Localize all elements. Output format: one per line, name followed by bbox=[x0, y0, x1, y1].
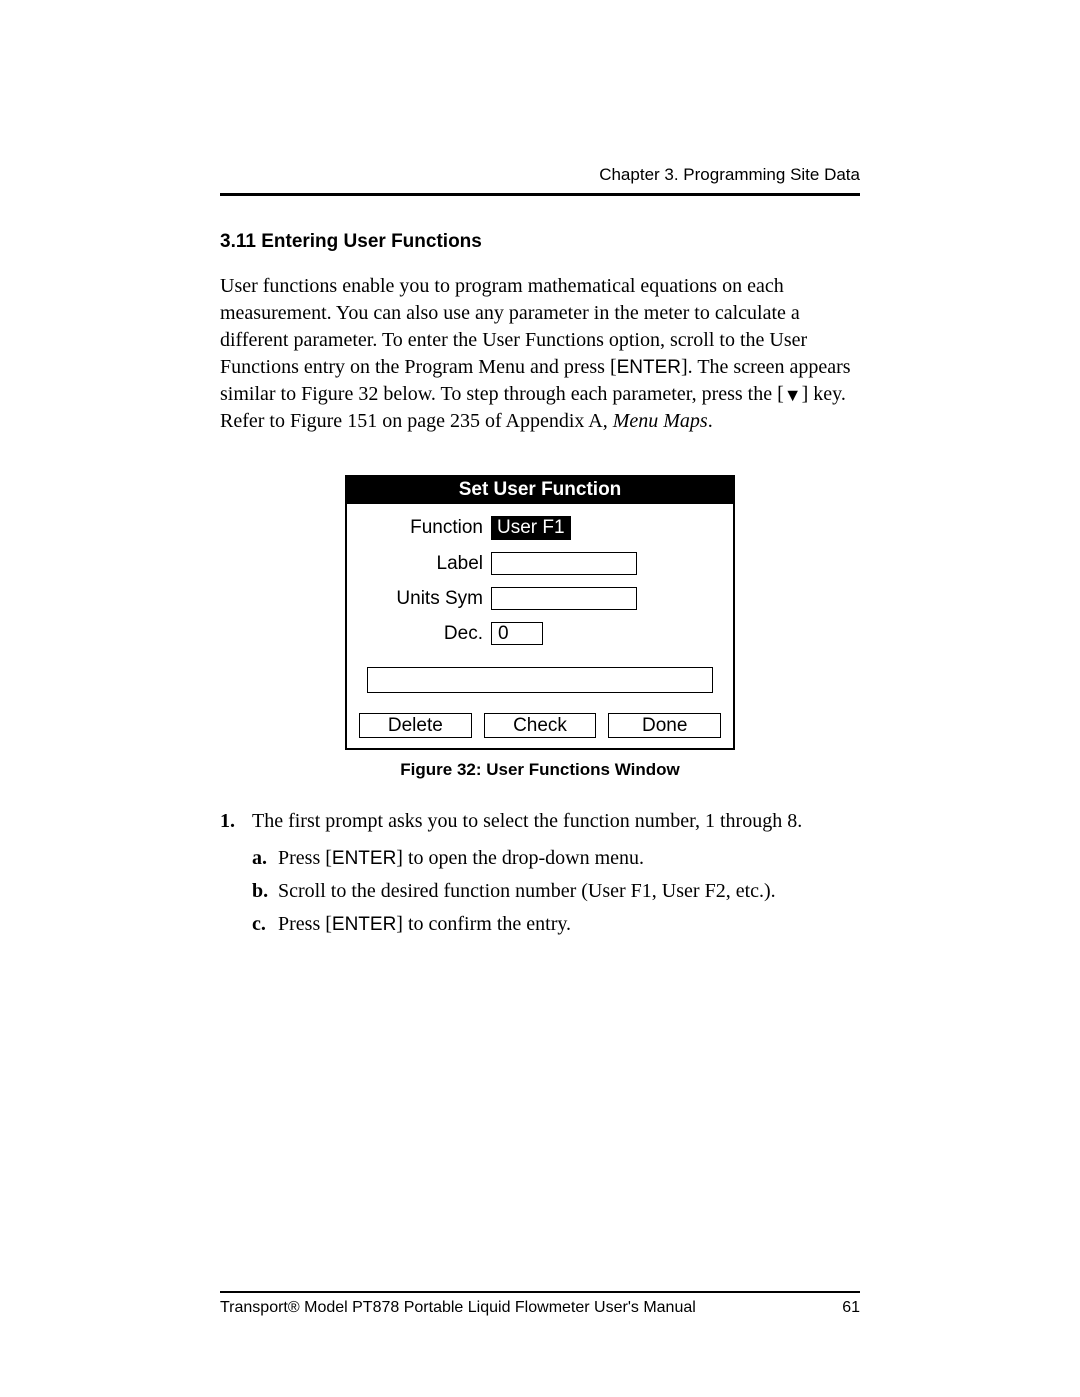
step-a-letter: a. bbox=[252, 847, 278, 870]
label-label: Label bbox=[367, 553, 491, 575]
step-c-text: Press [ENTER] to confirm the entry. bbox=[278, 913, 571, 936]
expression-box[interactable] bbox=[367, 667, 713, 693]
check-button[interactable]: Check bbox=[484, 713, 597, 738]
figure-caption: Figure 32: User Functions Window bbox=[345, 760, 735, 780]
step-a-post: ] to open the drop-down menu. bbox=[396, 847, 644, 869]
units-sym-label: Units Sym bbox=[367, 588, 491, 610]
para-text-4: . bbox=[708, 410, 713, 432]
step-c-post: ] to confirm the entry. bbox=[396, 913, 571, 935]
footer-page-number: 61 bbox=[842, 1299, 860, 1317]
step-c-letter: c. bbox=[252, 913, 278, 936]
dec-input[interactable]: 0 bbox=[491, 622, 543, 645]
step-1-text: The first prompt asks you to select the … bbox=[252, 810, 802, 833]
footer-manual-title: Transport® Model PT878 Portable Liquid F… bbox=[220, 1299, 842, 1317]
delete-button[interactable]: Delete bbox=[359, 713, 472, 738]
enter-key-a: ENTER bbox=[332, 848, 396, 869]
body-paragraph: User functions enable you to program mat… bbox=[220, 273, 860, 435]
enter-key-1: ENTER bbox=[617, 357, 681, 378]
enter-key-c: ENTER bbox=[332, 914, 396, 935]
label-input[interactable] bbox=[491, 552, 637, 575]
done-button[interactable]: Done bbox=[608, 713, 721, 738]
down-triangle-icon: ▼ bbox=[784, 383, 802, 407]
step-c-pre: Press [ bbox=[278, 913, 332, 935]
function-dropdown[interactable]: User F1 bbox=[491, 516, 571, 540]
step-b-letter: b. bbox=[252, 880, 278, 903]
step-b-text: Scroll to the desired function number (U… bbox=[278, 880, 776, 903]
section-heading: 3.11 Entering User Functions bbox=[220, 231, 860, 253]
units-sym-input[interactable] bbox=[491, 587, 637, 610]
chapter-header: Chapter 3. Programming Site Data bbox=[220, 165, 860, 196]
step-a-pre: Press [ bbox=[278, 847, 332, 869]
function-label: Function bbox=[367, 517, 491, 539]
menu-maps-ref: Menu Maps bbox=[613, 410, 708, 432]
step-a-text: Press [ENTER] to open the drop-down menu… bbox=[278, 847, 644, 870]
dec-label: Dec. bbox=[367, 623, 491, 645]
user-function-window: Set User Function Function User F1 Label… bbox=[345, 475, 735, 750]
step-1-number: 1. bbox=[220, 810, 252, 833]
window-title: Set User Function bbox=[347, 477, 733, 504]
